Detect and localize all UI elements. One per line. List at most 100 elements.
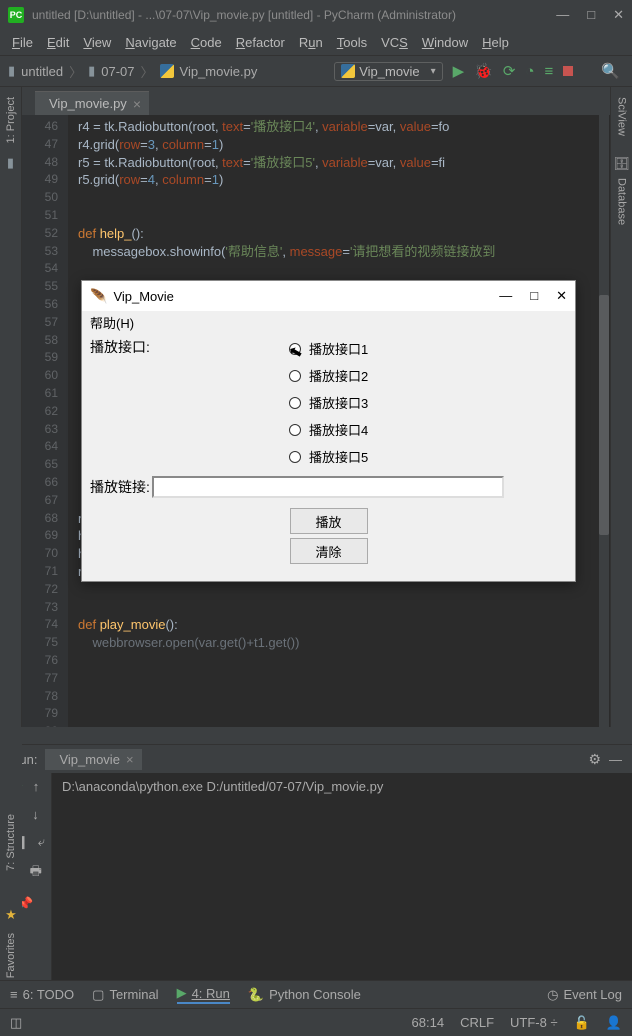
run-tab-name: Vip_movie (59, 752, 119, 767)
inspector-icon[interactable]: 👤 (606, 1015, 622, 1031)
tool-window-toggle-icon[interactable]: ◫ (10, 1015, 22, 1031)
menu-navigate[interactable]: Navigate (119, 33, 182, 52)
crumb-file[interactable]: Vip_movie.py (180, 64, 258, 79)
concurrency-icon[interactable]: ≡ (545, 63, 554, 80)
radio-interface-4[interactable]: 播放接口4 (289, 420, 368, 439)
editor-scrollbar[interactable] (599, 115, 609, 727)
main-menu: File Edit View Navigate Code Refactor Ru… (0, 30, 632, 56)
cursor-position[interactable]: 68:14 (412, 1015, 445, 1030)
right-tool-gutter: SciView 🗄 Database (610, 87, 632, 727)
dialog-close-icon[interactable]: ✕ (556, 288, 567, 304)
breadcrumbs: ▮ untitled 〉 ▮ 07-07 〉 Vip_movie.py (8, 62, 334, 81)
tab-python-console[interactable]: 🐍Python Console (248, 987, 361, 1003)
close-icon[interactable]: ✕ (613, 7, 624, 23)
radio-label: 播放接口4 (309, 420, 368, 439)
debug-icon[interactable]: 🐞 (474, 62, 493, 80)
up-icon[interactable]: ↑ (33, 779, 40, 795)
dialog-title: Vip_Movie (113, 289, 173, 304)
radio-icon (289, 424, 301, 436)
menu-help[interactable]: Help (476, 33, 515, 52)
radio-interface-3[interactable]: 播放接口3 (289, 393, 368, 412)
editor-tabs: Vip_movie.py × (0, 87, 632, 115)
wrap-icon[interactable]: ⤶ (38, 834, 45, 850)
run-icon[interactable]: ▶ (453, 62, 465, 80)
terminal-icon: ▢ (92, 987, 104, 1003)
menu-tools[interactable]: Tools (331, 33, 373, 52)
crumb-project[interactable]: untitled (21, 64, 63, 79)
radio-interface-5[interactable]: 播放接口5 (289, 447, 368, 466)
label-interface: 播放接口: (90, 337, 290, 357)
radio-label: 播放接口2 (309, 366, 368, 385)
menu-code[interactable]: Code (185, 33, 228, 52)
radio-label: 播放接口1 (309, 339, 368, 358)
nav-toolbar: ▮ untitled 〉 ▮ 07-07 〉 Vip_movie.py Vip_… (0, 56, 632, 87)
clear-button[interactable]: 清除 (290, 538, 368, 564)
search-icon[interactable]: 🔍 (601, 62, 620, 80)
python-icon: 🐍 (248, 987, 264, 1003)
radio-icon (289, 451, 301, 463)
log-icon: ◷ (547, 987, 558, 1003)
dialog-minimize-icon[interactable]: — (499, 288, 512, 304)
tab-todo[interactable]: ≡6: TODO (10, 987, 74, 1002)
python-file-icon (341, 64, 355, 78)
run-tab[interactable]: Vip_movie × (45, 749, 141, 770)
radio-interface-2[interactable]: 播放接口2 (289, 366, 368, 385)
line-gutter: 4647484950515253545556575859606162636465… (22, 115, 68, 727)
dialog-maximize-icon[interactable]: □ (530, 288, 538, 304)
menu-file[interactable]: File (6, 33, 39, 52)
run-icon: ▶ (177, 985, 187, 1001)
play-button[interactable]: 播放 (290, 508, 368, 534)
coverage-icon[interactable]: ⟳ (503, 62, 516, 80)
pycharm-icon: PC (8, 7, 24, 23)
menu-view[interactable]: View (77, 33, 117, 52)
crumb-sep: 〉 (141, 62, 154, 81)
database-icon[interactable]: 🗄 (613, 156, 630, 172)
link-input[interactable] (152, 476, 504, 498)
line-separator[interactable]: CRLF (460, 1015, 494, 1030)
radio-label: 播放接口5 (309, 447, 368, 466)
stop-icon[interactable] (563, 66, 573, 76)
todo-icon: ≡ (10, 987, 18, 1002)
dialog-titlebar[interactable]: 🪶 Vip_Movie — □ ✕ (82, 281, 575, 311)
tool-sciview[interactable]: SciView (616, 91, 628, 142)
tab-label: Vip_movie.py (49, 96, 127, 111)
radio-icon (289, 397, 301, 409)
menu-window[interactable]: Window (416, 33, 474, 52)
menu-refactor[interactable]: Refactor (230, 33, 291, 52)
run-tool-window: Run: Vip_movie × ⚙ — ⟳↑ ↓ ❚❚⤶ ⎘🖶 📌 D:\an… (0, 744, 632, 1002)
profile-icon[interactable]: ◔ (525, 63, 534, 80)
gear-icon[interactable]: ⚙ (588, 751, 601, 768)
tab-event-log[interactable]: ◷Event Log (547, 987, 622, 1003)
crumb-sep: 〉 (69, 62, 82, 81)
tool-structure[interactable]: 7: Structure (5, 810, 17, 875)
maximize-icon[interactable]: □ (587, 7, 595, 23)
run-config-selector[interactable]: Vip_movie (334, 62, 442, 81)
down-icon[interactable]: ↓ (32, 807, 39, 822)
minimize-icon[interactable]: — (556, 7, 569, 23)
menu-edit[interactable]: Edit (41, 33, 75, 52)
tool-project[interactable]: 1: Project (5, 91, 17, 149)
crumb-folder[interactable]: 07-07 (101, 64, 134, 79)
tab-vip-movie[interactable]: Vip_movie.py × (35, 91, 149, 115)
file-encoding[interactable]: UTF-8 ÷ (510, 1015, 558, 1030)
menu-run[interactable]: Run (293, 33, 329, 52)
project-icon[interactable]: ▮ (7, 155, 14, 171)
tab-terminal[interactable]: ▢Terminal (92, 987, 158, 1003)
scrollbar-thumb[interactable] (599, 295, 609, 535)
status-bar: ◫ 68:14 CRLF UTF-8 ÷ 🔓 👤 (0, 1008, 632, 1036)
tab-run[interactable]: ▶4: Run (177, 985, 230, 1004)
run-output[interactable]: D:\anaconda\python.exe D:/untitled/07-07… (52, 773, 632, 1002)
print-icon[interactable]: 🖶 (30, 862, 42, 884)
left-lower-gutter: 7: Structure ★ 2: Favorites (0, 730, 22, 1000)
close-tab-icon[interactable]: × (133, 97, 141, 111)
folder-icon: ▮ (88, 63, 95, 79)
menu-vcs[interactable]: VCS (375, 33, 414, 52)
tool-database[interactable]: Database (616, 172, 628, 231)
radio-label: 播放接口3 (309, 393, 368, 412)
minimize-panel-icon[interactable]: — (609, 752, 622, 767)
star-icon[interactable]: ★ (5, 907, 17, 923)
lock-icon[interactable]: 🔓 (574, 1015, 590, 1031)
close-tab-icon[interactable]: × (126, 752, 134, 767)
dialog-help-menu[interactable]: 帮助(H) (90, 313, 134, 332)
run-config-name: Vip_movie (359, 64, 419, 79)
